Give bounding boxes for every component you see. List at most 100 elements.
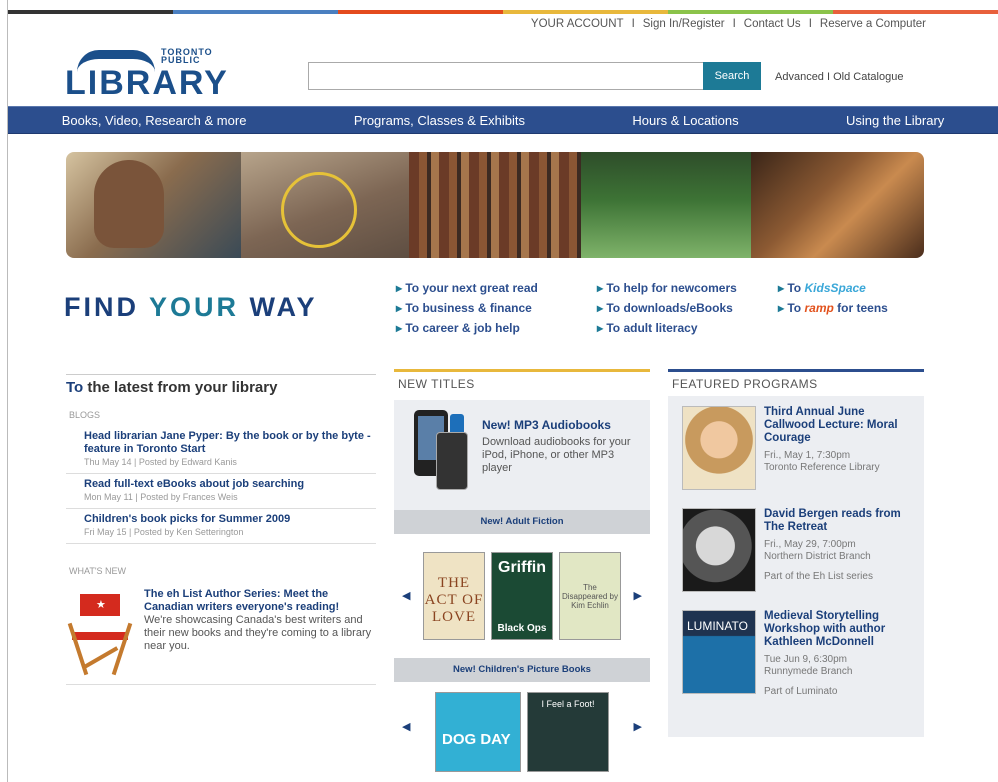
reserve-computer-link[interactable]: Reserve a Computer xyxy=(820,18,926,30)
carousel-next-arrow-icon[interactable]: ▶ xyxy=(634,589,642,602)
page: YOUR ACCOUNT I Sign In/Register I Contac… xyxy=(0,0,998,782)
hero-photo-owl-sculpture xyxy=(241,152,409,258)
program-title: Medieval Storytelling Workshop with auth… xyxy=(764,610,886,648)
way-links-col2: To help for newcomers To downloads/eBook… xyxy=(597,278,737,338)
book-cover-title: THE ACT OF LOVE xyxy=(424,575,484,625)
book-cover-title: I Feel a Foot! xyxy=(541,699,595,709)
blog-post-meta: Fri May 15 | Posted by Ken Setterington xyxy=(84,527,244,537)
blog-post-title: Head librarian Jane Pyper: By the book o… xyxy=(84,430,371,455)
way-links-col3: To KidsSpace To ramp for teens xyxy=(778,278,888,318)
whats-new-text: The eh List Author Series: Meet the Cana… xyxy=(144,588,376,676)
latest-heading: To the latest from your library xyxy=(66,374,376,402)
top-color-segment xyxy=(833,10,998,14)
luminato-logo: LUMINATO xyxy=(687,619,748,633)
nav-books-video-research[interactable]: Books, Video, Research & more xyxy=(62,113,247,128)
adult-fiction-bar[interactable]: New! Adult Fiction xyxy=(394,510,650,534)
blog-post[interactable]: Children's book picks for Summer 2009 Fr… xyxy=(66,509,376,544)
program-where: Runnymede Branch xyxy=(764,666,853,677)
nav-using-library[interactable]: Using the Library xyxy=(846,113,944,128)
old-catalogue-link[interactable]: Old Catalogue xyxy=(833,71,903,83)
search-button[interactable]: Search xyxy=(703,62,761,90)
program-when: Fri., May 29, 7:00pm xyxy=(764,539,856,550)
blogs-label: BLOGS xyxy=(69,410,101,420)
top-color-segment xyxy=(503,10,668,14)
kidsspace-logo: KidsSpace xyxy=(804,281,866,295)
book-cover-title: DOG DAY xyxy=(442,731,511,748)
book-cover[interactable]: DOG DAY xyxy=(435,692,521,772)
whats-new-desc: We're showcasing Canada's best writers a… xyxy=(144,614,372,652)
program-photo xyxy=(682,406,756,490)
latest-heading-to: To xyxy=(66,379,84,396)
book-cover[interactable]: I Feel a Foot! xyxy=(527,692,609,772)
ramp-suffix: for teens xyxy=(837,301,888,315)
directors-chair-icon: ★ xyxy=(66,588,134,676)
separator: I xyxy=(732,18,736,30)
program-where: Toronto Reference Library xyxy=(764,462,880,473)
contact-us-link[interactable]: Contact Us xyxy=(744,18,801,30)
main-nav: Books, Video, Research & more Programs, … xyxy=(8,106,998,134)
hero-photo-field xyxy=(581,152,751,258)
link-business-finance[interactable]: To business & finance xyxy=(396,298,538,318)
nav-hours-locations[interactable]: Hours & Locations xyxy=(632,113,738,128)
carousel-prev-arrow-icon[interactable]: ◀ xyxy=(402,589,410,602)
link-adult-literacy[interactable]: To adult literacy xyxy=(597,318,737,338)
mp3-feature-desc: Download audiobooks for your iPod, iPhon… xyxy=(482,436,631,474)
blog-post[interactable]: Head librarian Jane Pyper: By the book o… xyxy=(66,426,376,474)
program-text: David Bergen reads from The Retreat Fri.… xyxy=(764,508,918,592)
your-account-link[interactable]: YOUR ACCOUNT xyxy=(531,18,624,30)
adult-fiction-carousel: ◀ THE ACT OF LOVE Griffin Black Ops The … xyxy=(394,534,650,658)
hero-banner[interactable] xyxy=(66,152,924,258)
book-cover-title: The Disappeared by Kim Echlin xyxy=(561,583,619,610)
link-kidsspace[interactable]: To KidsSpace xyxy=(778,278,888,298)
whats-new-label: WHAT'S NEW xyxy=(69,566,127,576)
book-cover-title: Black Ops xyxy=(497,623,547,634)
library-logo[interactable]: TORONTO PUBLIC LIBRARY xyxy=(65,44,235,103)
program-series: Part of the Eh List series xyxy=(764,571,873,582)
kidsspace-prefix: To xyxy=(787,281,802,295)
link-next-great-read[interactable]: To your next great read xyxy=(396,278,537,298)
program-when: Fri., May 1, 7:30pm xyxy=(764,450,851,461)
program-title: David Bergen reads from The Retreat xyxy=(764,508,901,533)
featured-programs-heading: FEATURED PROGRAMS xyxy=(668,372,924,396)
mp3-feature-text: New! MP3 Audiobooks Download audiobooks … xyxy=(482,406,644,502)
program-text: Third Annual June Callwood Lecture: Mora… xyxy=(764,406,918,490)
link-career-job[interactable]: To career & job help xyxy=(396,318,538,338)
search-options: Advanced I Old Catalogue xyxy=(775,71,903,83)
program-item[interactable]: Third Annual June Callwood Lecture: Mora… xyxy=(668,396,924,498)
mp3-audiobooks-feature[interactable]: New! MP3 Audiobooks Download audiobooks … xyxy=(394,400,650,510)
book-cover[interactable]: THE ACT OF LOVE xyxy=(423,552,485,640)
link-ramp-teens[interactable]: To ramp for teens xyxy=(778,298,888,318)
account-links: YOUR ACCOUNT I Sign In/Register I Contac… xyxy=(531,18,926,30)
search-input[interactable] xyxy=(308,62,704,90)
book-cover[interactable]: Griffin Black Ops xyxy=(491,552,553,640)
carousel-prev-arrow-icon[interactable]: ◀ xyxy=(402,720,410,733)
program-photo xyxy=(682,508,756,592)
logo-toronto-public: TORONTO PUBLIC xyxy=(161,47,213,65)
way-links-col1: To your next great read To business & fi… xyxy=(396,278,538,338)
childrens-picture-books-bar[interactable]: New! Children's Picture Books xyxy=(394,658,650,682)
top-color-segment xyxy=(338,10,503,14)
blog-post[interactable]: Read full-text eBooks about job searchin… xyxy=(66,474,376,509)
advanced-link[interactable]: Advanced xyxy=(775,71,824,83)
new-titles-section: NEW TITLES New! MP3 Audiobooks Download … xyxy=(394,369,650,782)
program-item[interactable]: David Bergen reads from The Retreat Fri.… xyxy=(668,498,924,600)
nav-programs-classes[interactable]: Programs, Classes & Exhibits xyxy=(354,113,525,128)
mp3-player-icon xyxy=(410,406,472,496)
fyw-word-3: WAY xyxy=(249,292,318,322)
carousel-next-arrow-icon[interactable]: ▶ xyxy=(634,720,642,733)
top-color-segment xyxy=(8,10,173,14)
link-newcomers[interactable]: To help for newcomers xyxy=(597,278,736,298)
whats-new-item[interactable]: ★ The eh List Author Series: Meet the Ca… xyxy=(66,582,376,685)
separator: I xyxy=(808,18,812,30)
ramp-logo: ramp xyxy=(804,301,834,315)
sign-in-link[interactable]: Sign In/Register xyxy=(643,18,725,30)
program-item[interactable]: LUMINATO Medieval Storytelling Workshop … xyxy=(668,600,924,705)
program-where: Northern District Branch xyxy=(764,551,871,562)
logo-library-text: LIBRARY xyxy=(65,64,229,102)
latest-section: To the latest from your library BLOGS He… xyxy=(66,374,376,685)
link-downloads-ebooks[interactable]: To downloads/eBooks xyxy=(597,298,737,318)
blog-post-meta: Thu May 14 | Posted by Edward Kanis xyxy=(84,457,237,467)
book-cover[interactable]: The Disappeared by Kim Echlin xyxy=(559,552,621,640)
program-title: Third Annual June Callwood Lecture: Mora… xyxy=(764,406,898,444)
blog-post-title: Children's book picks for Summer 2009 xyxy=(84,513,291,525)
